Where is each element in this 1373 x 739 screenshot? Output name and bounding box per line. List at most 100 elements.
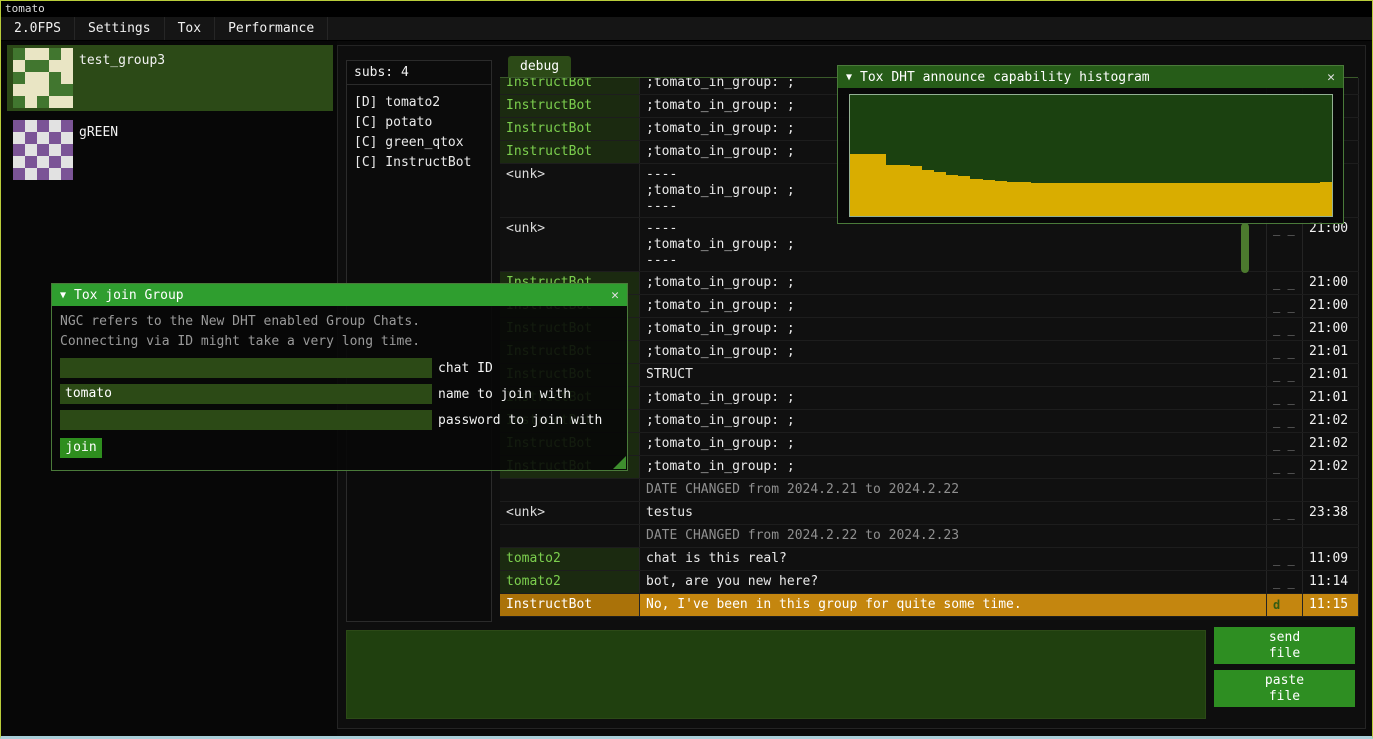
message-author: tomato2 [500, 571, 640, 593]
messages-scrollbar[interactable] [1241, 223, 1249, 273]
message-text: bot, are you new here? [640, 571, 1267, 593]
message-row[interactable]: tomato2 bot, are you new here? _ _ 11:14 [500, 571, 1359, 594]
message-status: _ _ [1267, 218, 1303, 271]
resize-grip[interactable] [613, 456, 626, 469]
message-timestamp: 21:00 [1303, 295, 1359, 317]
message-status: _ _ [1267, 272, 1303, 294]
message-row[interactable]: InstructBot ;tomato_in_group: ; _ _ 21:0… [500, 272, 1359, 295]
message-text: ;tomato_in_group: ; [640, 433, 1267, 455]
message-status: _ _ [1267, 456, 1303, 478]
message-timestamp: 21:00 [1303, 272, 1359, 294]
chat-id-label: chat ID [438, 361, 493, 376]
message-timestamp: 21:02 [1303, 456, 1359, 478]
message-text: DATE CHANGED from 2024.2.22 to 2024.2.23 [640, 525, 1267, 547]
message-text: ;tomato_in_group: ; [640, 341, 1267, 363]
close-icon[interactable]: ✕ [1327, 70, 1335, 85]
menu-item[interactable]: Tox [165, 17, 215, 40]
message-author: <unk> [500, 502, 640, 524]
message-row[interactable]: InstructBot ;tomato_in_group: ; _ _ 21:0… [500, 318, 1359, 341]
message-author: InstructBot [500, 95, 640, 117]
message-timestamp: 21:02 [1303, 410, 1359, 432]
ngc-info-line-1: NGC refers to the New DHT enabled Group … [60, 312, 619, 332]
message-text: ---- ;tomato_in_group: ; ---- [640, 218, 1267, 271]
subscriber-item[interactable]: [C] InstructBot [347, 153, 491, 173]
join-password-label: password to join with [438, 413, 602, 428]
join-name-field[interactable]: tomato [60, 384, 432, 404]
message-author: <unk> [500, 164, 640, 217]
subscriber-item[interactable]: [D] tomato2 [347, 93, 491, 113]
message-status: _ _ [1267, 410, 1303, 432]
menu-item[interactable]: 2.0FPS [1, 17, 75, 40]
group-avatar [13, 120, 73, 180]
message-timestamp: 21:01 [1303, 364, 1359, 386]
menu-item[interactable]: Performance [215, 17, 328, 40]
message-timestamp: 23:38 [1303, 502, 1359, 524]
join-group-titlebar[interactable]: ▼ Tox join Group ✕ [52, 284, 627, 306]
message-status [1267, 479, 1303, 501]
join-button[interactable]: join [60, 438, 102, 458]
group-name: test_group3 [79, 53, 165, 68]
message-author: InstructBot [500, 594, 640, 616]
message-row[interactable]: InstructBot ;tomato_in_group: ; _ _ 21:0… [500, 341, 1359, 364]
message-timestamp: 11:15 [1303, 594, 1359, 616]
message-status: _ _ [1267, 502, 1303, 524]
message-status: _ _ [1267, 318, 1303, 340]
group-avatar [13, 48, 73, 108]
message-status: _ _ [1267, 387, 1303, 409]
message-text: ;tomato_in_group: ; [640, 410, 1267, 432]
dht-histogram-title: Tox DHT announce capability histogram [860, 70, 1150, 85]
dht-histogram-window: ▼ Tox DHT announce capability histogram … [837, 65, 1344, 224]
message-text: DATE CHANGED from 2024.2.21 to 2024.2.22 [640, 479, 1267, 501]
join-password-field[interactable] [60, 410, 432, 430]
sidebar-item-test-group3[interactable]: test_group3 [7, 45, 333, 111]
message-timestamp: 21:00 [1303, 318, 1359, 340]
tab-debug[interactable]: debug [508, 56, 571, 77]
group-name: gREEN [79, 125, 118, 140]
menu-item[interactable]: Settings [75, 17, 165, 40]
message-row[interactable]: <unk> testus _ _ 23:38 [500, 502, 1359, 525]
message-status [1267, 525, 1303, 547]
chat-id-field[interactable] [60, 358, 432, 378]
message-author [500, 479, 640, 501]
message-row[interactable]: InstructBot ;tomato_in_group: ; _ _ 21:0… [500, 295, 1359, 318]
message-text: ;tomato_in_group: ; [640, 295, 1267, 317]
message-row[interactable]: DATE CHANGED from 2024.2.22 to 2024.2.23 [500, 525, 1359, 548]
join-group-window: ▼ Tox join Group ✕ NGC refers to the New… [51, 283, 628, 471]
message-timestamp [1303, 479, 1359, 501]
message-text: ;tomato_in_group: ; [640, 318, 1267, 340]
ngc-info-line-2: Connecting via ID might take a very long… [60, 332, 619, 352]
subscriber-item[interactable]: [C] potato [347, 113, 491, 133]
collapse-arrow-icon[interactable]: ▼ [846, 72, 852, 83]
message-row[interactable]: InstructBot ;tomato_in_group: ; _ _ 21:0… [500, 410, 1359, 433]
message-status: _ _ [1267, 548, 1303, 570]
collapse-arrow-icon[interactable]: ▼ [60, 290, 66, 301]
message-text: STRUCT [640, 364, 1267, 386]
menu-bar: 2.0FPS Settings Tox Performance [1, 17, 1372, 41]
message-status: _ _ [1267, 433, 1303, 455]
message-author: InstructBot [500, 118, 640, 140]
message-row[interactable]: InstructBot ;tomato_in_group: ; _ _ 21:0… [500, 387, 1359, 410]
message-row[interactable]: DATE CHANGED from 2024.2.21 to 2024.2.22 [500, 479, 1359, 502]
message-input[interactable] [346, 630, 1206, 719]
dht-histogram-titlebar[interactable]: ▼ Tox DHT announce capability histogram … [838, 66, 1343, 88]
subscribers-count: subs: 4 [347, 61, 491, 85]
message-row[interactable]: InstructBot No, I've been in this group … [500, 594, 1359, 617]
message-row[interactable]: InstructBot ;tomato_in_group: ; _ _ 21:0… [500, 433, 1359, 456]
message-author [500, 525, 640, 547]
message-row[interactable]: InstructBot ;tomato_in_group: ; _ _ 21:0… [500, 456, 1359, 479]
message-timestamp: 11:14 [1303, 571, 1359, 593]
window-titlebar[interactable]: tomato [1, 1, 1372, 17]
send-file-button[interactable]: send file [1214, 627, 1355, 664]
message-author: InstructBot [500, 78, 640, 94]
sidebar-item-green[interactable]: gREEN [7, 117, 333, 183]
message-row[interactable]: InstructBot STRUCT _ _ 21:01 [500, 364, 1359, 387]
close-icon[interactable]: ✕ [611, 288, 619, 303]
message-row[interactable]: tomato2 chat is this real? _ _ 11:09 [500, 548, 1359, 571]
message-timestamp: 11:09 [1303, 548, 1359, 570]
paste-file-button[interactable]: paste file [1214, 670, 1355, 707]
message-text: ;tomato_in_group: ; [640, 272, 1267, 294]
subscribers-list: [D] tomato2 [C] potato [C] green_qtox [C… [347, 85, 491, 173]
subscriber-item[interactable]: [C] green_qtox [347, 133, 491, 153]
message-row[interactable]: <unk> ---- ;tomato_in_group: ; ---- _ _ … [500, 218, 1359, 272]
message-author: InstructBot [500, 141, 640, 163]
